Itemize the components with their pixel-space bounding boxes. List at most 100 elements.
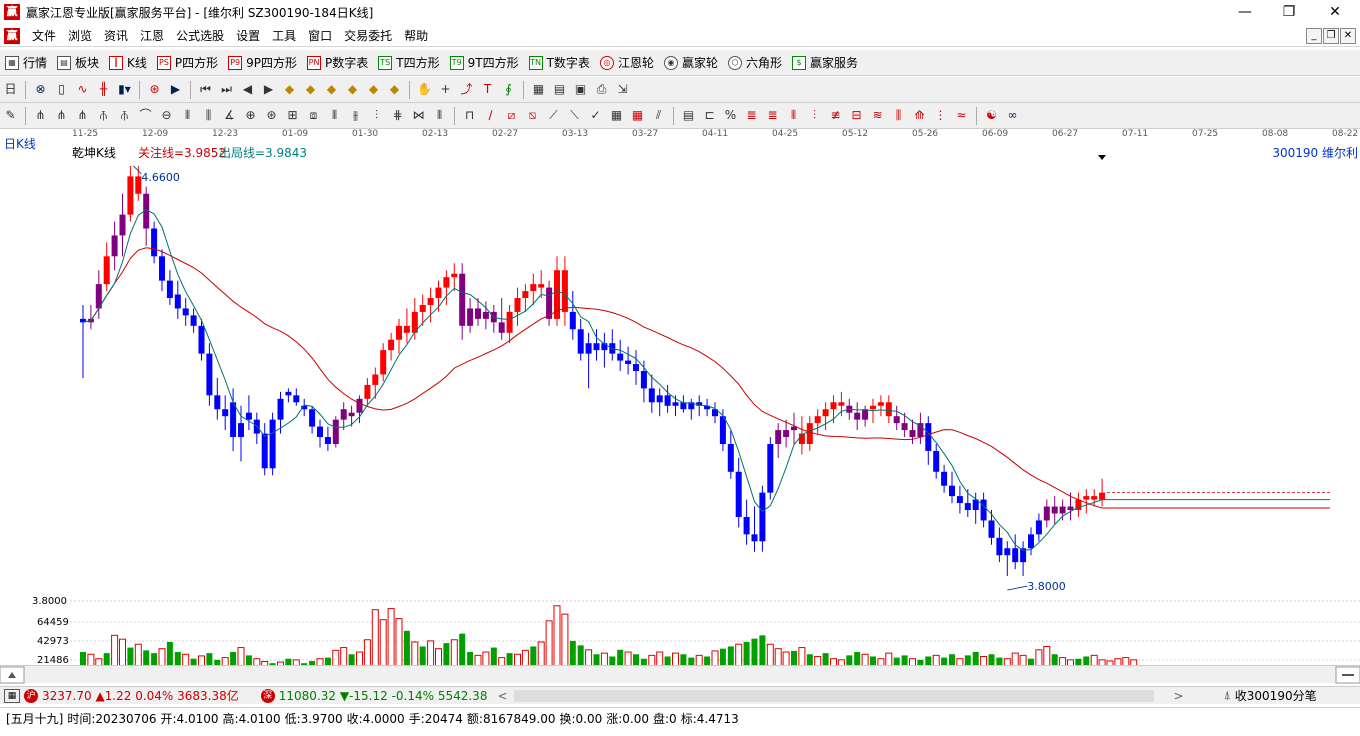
spiral-icon[interactable]: ⊛ — [263, 107, 280, 124]
diagonal-icon[interactable]: ⟍ — [566, 107, 583, 124]
ray-icon[interactable]: ∕ — [482, 107, 499, 124]
ticker-scroll-track[interactable] — [513, 689, 1154, 702]
bars-icon[interactable]: ⫴ — [326, 107, 343, 124]
taichi-icon[interactable]: ☯ — [983, 107, 1000, 124]
kline-button[interactable]: ┃ K线 — [104, 52, 152, 74]
lines-icon[interactable]: ⦀ — [179, 107, 196, 124]
box-icon[interactable]: ⧈ — [305, 107, 322, 124]
scroll-right-icon[interactable]: > — [1174, 689, 1184, 703]
link-icon[interactable]: ⊗ — [32, 81, 49, 98]
fan-icon[interactable]: ⋔ — [32, 107, 49, 124]
fib-fan-icon[interactable]: ⫶ — [806, 107, 823, 124]
hatch-icon[interactable]: ⧅ — [524, 107, 541, 124]
ray2-icon[interactable]: ⧄ — [503, 107, 520, 124]
menu-gann[interactable]: 江恩 — [134, 27, 170, 44]
cross-lines-icon[interactable]: ⋈ — [410, 107, 427, 124]
cycle-icon[interactable]: ⫼ — [200, 107, 217, 124]
trend-icon[interactable]: ⟰ — [911, 107, 928, 124]
maximize-button[interactable]: ❐ — [1266, 0, 1312, 24]
minimize-button[interactable]: — — [1222, 0, 1268, 24]
formula-icon[interactable]: ∮ — [500, 81, 517, 98]
fib2-icon[interactable]: ≣ — [764, 107, 781, 124]
blocks-button[interactable]: ▤ 板块 — [52, 52, 104, 74]
mdi-restore-button[interactable]: ❐ — [1323, 28, 1339, 44]
grid-icon[interactable]: ▦ — [4, 688, 20, 703]
prev-icon[interactable]: ◀ — [239, 81, 256, 98]
p-table-button[interactable]: PN P数字表 — [302, 52, 373, 74]
menu-settings[interactable]: 设置 — [230, 27, 266, 44]
chart-panel[interactable]: 11-25 12-09 12-23 01-09 01-30 02-13 02-27 03-13… — [0, 129, 1360, 683]
bar-icon[interactable]: ▮▾ — [116, 81, 133, 98]
quotes-button[interactable]: ▦ 行情 — [0, 52, 52, 74]
gann-fan-icon[interactable]: ⊕ — [242, 107, 259, 124]
slope-icon[interactable]: ⟋ — [545, 107, 562, 124]
diamond-left-icon[interactable]: ◆ — [302, 81, 319, 98]
channel-icon[interactable]: ⫶ — [368, 107, 385, 124]
fork2-icon[interactable]: ⫚ — [116, 107, 133, 124]
tick-detail-label[interactable]: 收300190分笔 — [1235, 687, 1317, 704]
menu-info[interactable]: 资讯 — [98, 27, 134, 44]
mdi-close-button[interactable]: ✕ — [1340, 28, 1356, 44]
parallel-icon[interactable]: ⫽ — [650, 107, 667, 124]
flag-icon[interactable]: ▶ — [167, 81, 184, 98]
menu-formula[interactable]: 公式选股 — [170, 27, 230, 44]
menu-tools[interactable]: 工具 — [266, 27, 302, 44]
wave-icon[interactable]: ≈ — [953, 107, 970, 124]
menu-browse[interactable]: 浏览 — [62, 27, 98, 44]
line-tool-icon[interactable]: ⤴ — [458, 81, 475, 98]
speed-lines-icon[interactable]: ≢ — [827, 107, 844, 124]
fan2-icon[interactable]: ⋔ — [53, 107, 70, 124]
angle-icon[interactable]: ∡ — [221, 107, 238, 124]
save-icon[interactable]: ▣ — [572, 81, 589, 98]
report-icon[interactable]: ▤ — [551, 81, 568, 98]
ruler-icon[interactable]: ⊏ — [701, 107, 718, 124]
table-icon[interactable]: ▤ — [680, 107, 697, 124]
9p-square-button[interactable]: P9 9P四方形 — [223, 52, 302, 74]
pencil-icon[interactable]: ✎ — [2, 107, 19, 124]
menu-help[interactable]: 帮助 — [398, 27, 434, 44]
9t-square-button[interactable]: T9 9T四方形 — [445, 52, 524, 74]
sh-index-text[interactable]: 3237.70 ▲1.22 0.04% 3683.38亿 — [42, 687, 239, 704]
fork-icon[interactable]: ⫚ — [95, 107, 112, 124]
first-icon[interactable]: ⏮ — [197, 81, 214, 98]
next-icon[interactable]: ▶ — [260, 81, 277, 98]
percent-icon[interactable]: % — [722, 107, 739, 124]
diamond-up-icon[interactable]: ◆ — [281, 81, 298, 98]
gann-wheel-button[interactable]: ◎ 江恩轮 — [595, 52, 659, 74]
t-table-button[interactable]: TN T数字表 — [524, 52, 595, 74]
calendar-icon[interactable]: ▦ — [530, 81, 547, 98]
hash-icon[interactable]: ⦀ — [431, 107, 448, 124]
mdi-minimize-button[interactable]: _ — [1306, 28, 1322, 44]
menu-file[interactable]: 文件 — [26, 27, 62, 44]
grid-tool-icon[interactable]: ⋕ — [389, 107, 406, 124]
menu-trade[interactable]: 交易委托 — [338, 27, 398, 44]
minute-chart-icon[interactable]: ∿ — [74, 81, 91, 98]
golden-ratio-icon[interactable]: ≋ — [869, 107, 886, 124]
t-square-button[interactable]: TS T四方形 — [373, 52, 444, 74]
horizontal-scrollbar[interactable] — [0, 665, 1360, 684]
check-icon[interactable]: ✓ — [587, 107, 604, 124]
p-square-button[interactable]: PS P四方形 — [152, 52, 223, 74]
text-tool-icon[interactable]: T — [479, 81, 496, 98]
last-icon[interactable]: ⏭ — [218, 81, 235, 98]
hexagon-button[interactable]: ⬡ 六角形 — [723, 52, 787, 74]
print-icon[interactable]: ⎙ — [593, 81, 610, 98]
diamond-right-icon[interactable]: ◆ — [323, 81, 340, 98]
infinity-icon[interactable]: ∞ — [1004, 107, 1021, 124]
candlestick-chart[interactable]: 4.66003.80003.8000644594297321486 — [0, 129, 1360, 683]
fib-icon[interactable]: ≣ — [743, 107, 760, 124]
circle-tool-icon[interactable]: ⊖ — [158, 107, 175, 124]
matrix-icon[interactable]: ▦ — [608, 107, 625, 124]
time-zone-icon[interactable]: ⦀ — [785, 107, 802, 124]
period-dropdown[interactable]: 日▾ — [2, 81, 19, 113]
export-icon[interactable]: ⇲ — [614, 81, 631, 98]
diamond-down-icon[interactable]: ◆ — [386, 81, 403, 98]
cross-circle-icon[interactable]: ⊛ — [146, 81, 163, 98]
diamond-x-icon[interactable]: ◆ — [344, 81, 361, 98]
page-icon[interactable]: ▯ — [53, 81, 70, 98]
cycle-lines-icon[interactable]: ⋮ — [932, 107, 949, 124]
menu-window[interactable]: 窗口 — [302, 27, 338, 44]
scroll-left-icon[interactable]: < — [497, 689, 507, 703]
sz-index-text[interactable]: 11080.32 ▼-15.12 -0.14% 5542.38 — [279, 689, 488, 703]
winner-service-button[interactable]: $ 赢家服务 — [787, 52, 863, 74]
